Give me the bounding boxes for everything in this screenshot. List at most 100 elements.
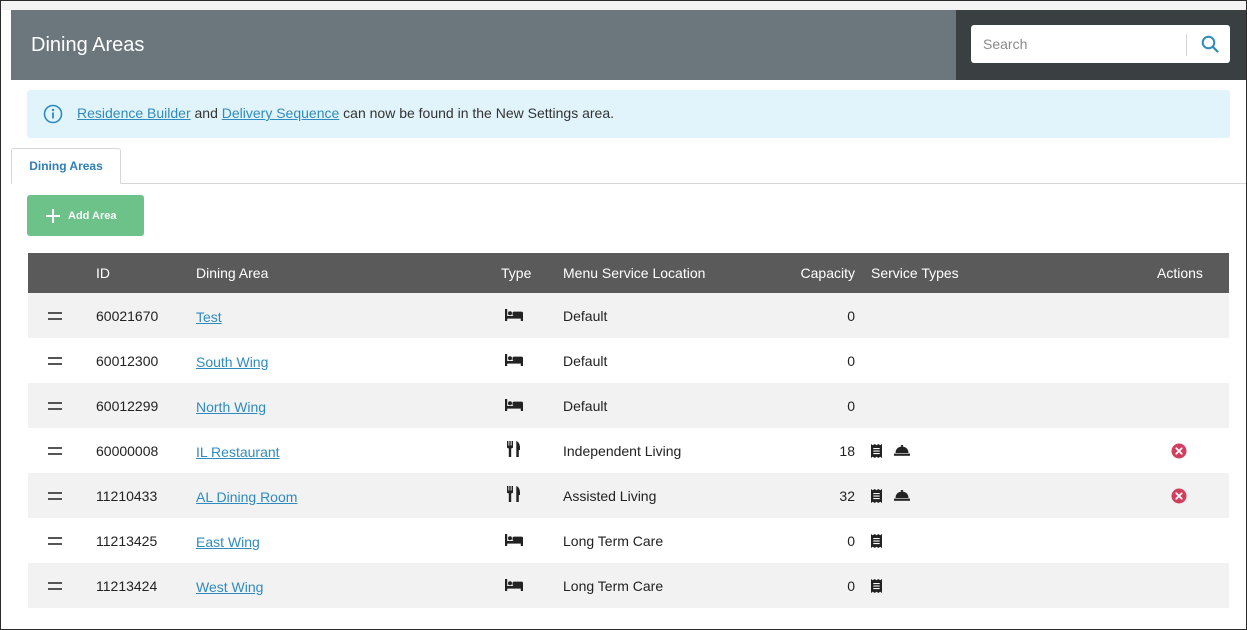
area-id: 11213424 [96,577,158,594]
service-types [871,428,922,473]
menu-service-location: Default [563,307,608,324]
row-actions [1158,473,1200,518]
drag-handle[interactable] [48,338,68,383]
tab-dining-areas[interactable]: Dining Areas [11,148,121,184]
residence-builder-link[interactable]: Residence Builder [77,105,191,121]
drag-handle-icon[interactable] [48,401,62,410]
bed-icon [505,353,523,369]
row-actions [1158,383,1200,428]
column-header-dining-area[interactable]: Dining Area [196,253,268,293]
cloche-icon [894,490,910,501]
banner-message: Residence Builder and Delivery Sequence … [77,105,614,121]
area-type [502,428,526,473]
receipt-icon [871,578,882,593]
search-divider [1186,34,1187,56]
utensils-icon [507,486,521,505]
area-id: 60000008 [96,442,159,459]
search-box [971,25,1230,63]
capacity: 32 [839,487,855,504]
row-actions [1158,563,1200,608]
banner-connector: and [194,105,218,121]
cloche-icon [894,445,910,456]
area-type [502,563,526,608]
menu-service-location: Default [563,352,608,369]
receipt-icon [871,443,882,458]
drag-handle-icon[interactable] [48,311,62,320]
info-icon [43,104,63,124]
drag-handle[interactable] [48,473,68,518]
delete-icon[interactable] [1171,488,1187,504]
area-name-link[interactable]: South Wing [196,354,268,370]
row-actions [1158,518,1200,563]
drag-handle-icon[interactable] [48,446,62,455]
table-row: 60021670 Test Default 0 [28,293,1229,338]
delivery-sequence-link[interactable]: Delivery Sequence [222,105,340,121]
menu-service-location: Long Term Care [563,532,664,549]
drag-handle[interactable] [48,383,68,428]
area-name-cell: South Wing [196,339,268,384]
column-header-location[interactable]: Menu Service Location [563,253,705,293]
bed-icon [505,578,523,594]
area-type [502,473,526,518]
area-name-link[interactable]: East Wing [196,534,260,550]
area-name-link[interactable]: North Wing [196,399,266,415]
drag-handle[interactable] [48,563,68,608]
area-name-link[interactable]: Test [196,309,222,325]
row-actions [1158,293,1200,338]
capacity: 0 [847,577,855,594]
column-header-service-types: Service Types [871,265,959,281]
drag-handle[interactable] [48,518,68,563]
drag-handle-icon[interactable] [48,491,62,500]
area-name-cell: AL Dining Room [196,474,297,519]
drag-handle-icon[interactable] [48,356,62,365]
drag-handle-icon[interactable] [48,536,62,545]
area-name-link[interactable]: West Wing [196,579,263,595]
delete-icon[interactable] [1171,443,1187,459]
add-area-label: Add Area [68,209,117,222]
service-types [871,473,922,518]
capacity: 18 [839,442,855,459]
table-row: 11213424 West Wing Long Term Care 0 [28,563,1229,608]
area-name-cell: IL Restaurant [196,429,280,474]
capacity: 0 [847,532,855,549]
bed-icon [505,308,523,324]
table-row: 60012300 South Wing Default 0 [28,338,1229,383]
bed-icon [505,533,523,549]
drag-handle-icon[interactable] [48,581,62,590]
add-area-button[interactable]: Add Area [27,195,144,236]
search-button[interactable] [1193,25,1227,63]
column-header-capacity[interactable]: Capacity [776,253,855,293]
table-body: 60021670 Test Default 0 60012300 South Wing De… [28,293,1229,608]
capacity: 0 [847,307,855,324]
service-types [871,518,894,563]
drag-handle[interactable] [48,428,68,473]
tab-divider [11,183,1247,184]
row-actions [1158,338,1200,383]
area-id: 60012299 [96,397,159,414]
area-name-cell: West Wing [196,564,263,609]
area-name-cell: East Wing [196,519,260,564]
area-id: 11210433 [96,487,158,504]
drag-handle[interactable] [48,293,68,338]
menu-service-location: Independent Living [563,442,682,459]
table-row: 11210433 AL Dining Room Assisted Living 32 [28,473,1229,518]
search-icon [1201,35,1219,53]
area-type [502,383,526,428]
top-strip [1,1,1246,10]
area-type [502,293,526,338]
area-id: 11213425 [96,532,158,549]
menu-service-location: Default [563,397,608,414]
page-title: Dining Areas [31,34,145,56]
capacity: 0 [847,397,855,414]
area-name-link[interactable]: IL Restaurant [196,444,280,460]
receipt-icon [871,488,882,503]
column-header-type[interactable]: Type [501,253,531,293]
table-row: 60000008 IL Restaurant Independent Living 1… [28,428,1229,473]
area-name-link[interactable]: AL Dining Room [196,489,297,505]
service-types [871,563,894,608]
menu-service-location: Assisted Living [563,487,657,504]
area-name-cell: Test [196,294,222,339]
column-header-id[interactable]: ID [96,253,110,293]
area-type [502,518,526,563]
search-input[interactable] [971,25,1185,63]
